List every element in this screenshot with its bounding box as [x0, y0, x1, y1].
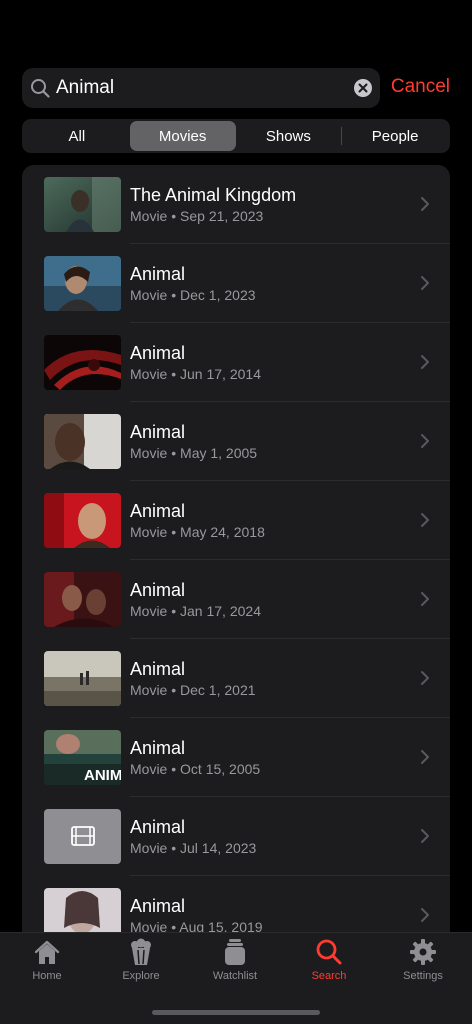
svg-text:ANIMA: ANIMA: [84, 767, 121, 784]
search-icon: [31, 79, 50, 98]
chevron-right-icon: [421, 276, 429, 290]
house-icon: [34, 940, 60, 964]
chevron-right-icon: [421, 671, 429, 685]
poster-thumbnail: [44, 256, 121, 311]
tab-explore[interactable]: Explore: [94, 937, 188, 982]
poster-thumbnail: ANIMA: [44, 730, 121, 785]
result-subtitle: Movie • Dec 1, 2021: [130, 682, 256, 698]
search-field[interactable]: [22, 68, 380, 108]
result-row[interactable]: Animal Movie • May 1, 2005: [22, 402, 450, 481]
tab-label: Explore: [122, 970, 160, 982]
result-title: Animal: [130, 738, 186, 758]
chevron-right-icon: [421, 592, 429, 606]
poster-thumbnail: [44, 651, 121, 706]
result-subtitle: Movie • Jun 17, 2014: [130, 366, 261, 382]
search-input[interactable]: [56, 74, 336, 102]
result-subtitle: Movie • Oct 15, 2005: [130, 761, 261, 777]
tab-watchlist[interactable]: Watchlist: [188, 937, 282, 982]
result-title: Animal: [130, 422, 186, 442]
chevron-right-icon: [421, 750, 429, 764]
home-indicator: [152, 1010, 320, 1015]
result-row[interactable]: ANIMA Animal Movie • Oct 15, 2005: [22, 718, 450, 797]
result-row[interactable]: Animal Movie • Dec 1, 2021: [22, 639, 450, 718]
result-subtitle: Movie • Jul 14, 2023: [130, 840, 257, 856]
chevron-right-icon: [421, 434, 429, 448]
segment-people[interactable]: People: [342, 121, 448, 151]
result-title: Animal: [130, 580, 186, 600]
result-row[interactable]: The Animal Kingdom Movie • Sep 21, 2023: [22, 165, 450, 244]
result-title: Animal: [130, 896, 186, 916]
poster-thumbnail: [44, 572, 121, 627]
poster-thumbnail: [44, 493, 121, 548]
tab-label: Watchlist: [212, 970, 258, 982]
result-subtitle: Movie • Sep 21, 2023: [130, 208, 264, 224]
category-segmented-control: All Movies Shows People: [22, 119, 450, 153]
result-title: Animal: [130, 264, 186, 284]
result-subtitle: Movie • May 1, 2005: [130, 445, 258, 461]
chevron-right-icon: [421, 829, 429, 843]
tab-label: Search: [311, 970, 347, 982]
result-title: Animal: [130, 343, 186, 363]
result-subtitle: Movie • Jan 17, 2024: [130, 603, 261, 619]
gear-icon: [410, 939, 436, 965]
result-title: Animal: [130, 501, 186, 521]
cancel-button[interactable]: Cancel: [391, 76, 450, 98]
result-subtitle: Movie • May 24, 2018: [130, 524, 265, 540]
poster-placeholder: [44, 809, 121, 864]
segment-all[interactable]: All: [24, 121, 130, 151]
search-row: Cancel: [22, 68, 452, 108]
tab-search[interactable]: Search: [282, 937, 376, 982]
result-title: The Animal Kingdom: [130, 185, 297, 205]
result-row[interactable]: Animal Movie • Jan 17, 2024: [22, 560, 450, 639]
tab-settings[interactable]: Settings: [376, 937, 470, 982]
poster-thumbnail: [44, 414, 121, 469]
search-icon: [316, 939, 342, 965]
results-list: The Animal Kingdom Movie • Sep 21, 2023 …: [22, 165, 450, 945]
chevron-right-icon: [421, 908, 429, 922]
result-row[interactable]: Animal Movie • Dec 1, 2023: [22, 244, 450, 323]
popcorn-icon: [131, 938, 151, 965]
tab-bar: Home Explore Watchlist Search Settings: [0, 932, 472, 1024]
result-row[interactable]: Animal Movie • Jun 17, 2014: [22, 323, 450, 402]
segment-movies[interactable]: Movies: [129, 121, 236, 151]
segment-shows[interactable]: Shows: [236, 121, 342, 151]
tab-home[interactable]: Home: [0, 937, 94, 982]
poster-thumbnail: [44, 335, 121, 390]
chevron-right-icon: [421, 355, 429, 369]
film-icon: [71, 826, 95, 846]
clear-search-icon[interactable]: [354, 79, 372, 97]
poster-thumbnail: [44, 177, 121, 232]
stack-icon: [225, 939, 245, 965]
tab-label: Home: [32, 970, 62, 982]
result-title: Animal: [130, 659, 186, 679]
result-row[interactable]: Animal Movie • May 24, 2018: [22, 481, 450, 560]
result-subtitle: Movie • Dec 1, 2023: [130, 287, 256, 303]
chevron-right-icon: [421, 513, 429, 527]
tab-label: Settings: [403, 970, 443, 982]
chevron-right-icon: [421, 197, 429, 211]
result-title: Animal: [130, 817, 186, 837]
result-row[interactable]: Animal Movie • Jul 14, 2023: [22, 797, 450, 876]
